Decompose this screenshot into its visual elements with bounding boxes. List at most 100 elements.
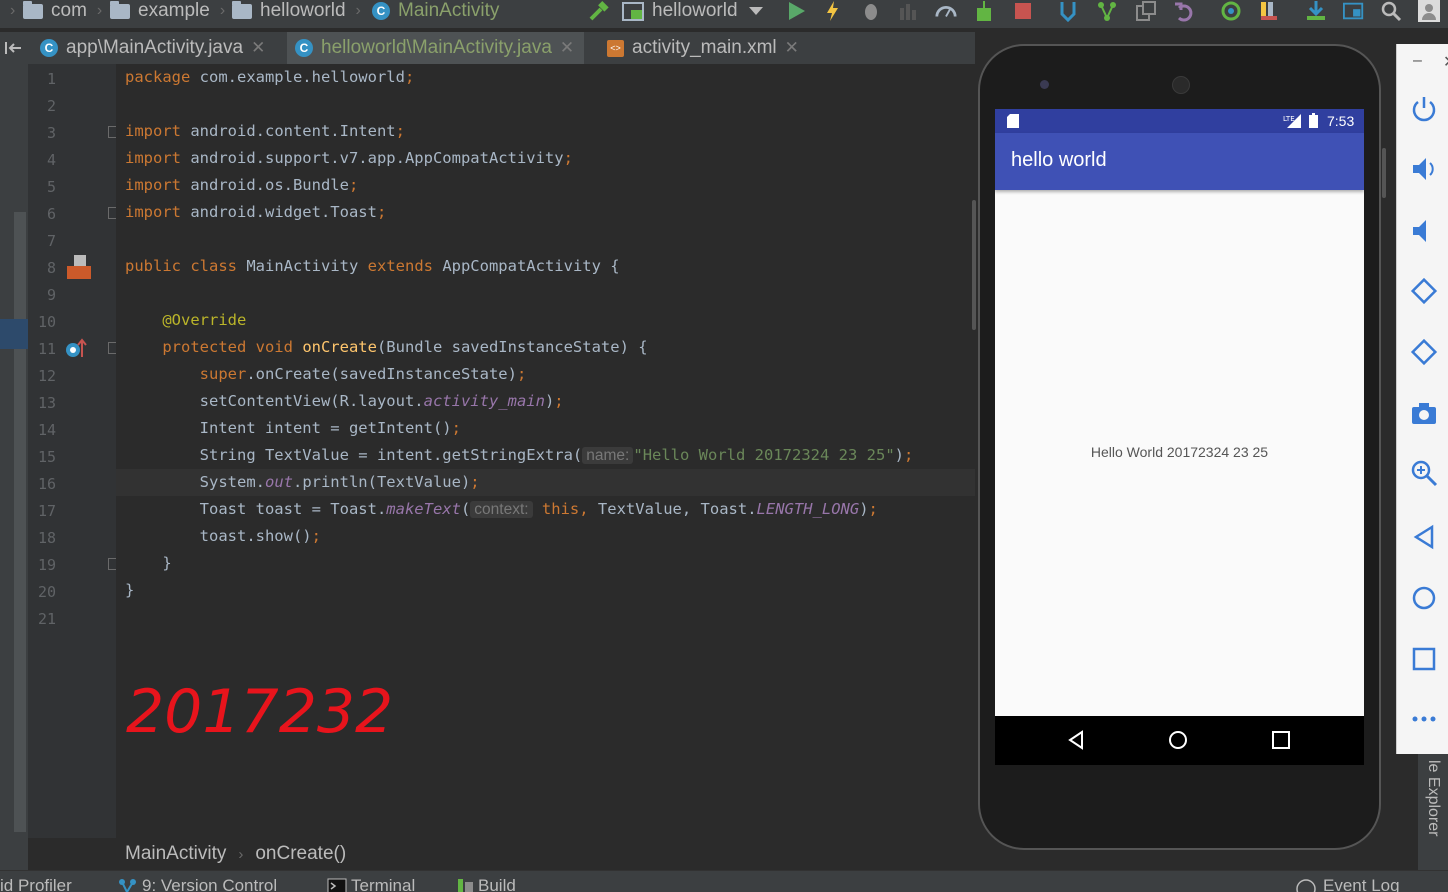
code-token: ; <box>404 68 415 86</box>
back-icon[interactable] <box>1409 522 1439 552</box>
profiler-tool-button[interactable]: id Profiler <box>0 876 72 892</box>
code-line[interactable]: protected void onCreate(Bundle savedInst… <box>125 334 647 361</box>
event-log-tool-button[interactable]: Event Log <box>1295 876 1400 892</box>
code-line[interactable]: package com.example.helloworld; <box>125 64 414 91</box>
code-line[interactable]: import android.os.Bundle; <box>125 172 358 199</box>
run-config-dropdown[interactable]: helloworld <box>622 0 764 22</box>
code-line[interactable]: @Override <box>125 307 246 334</box>
breadcrumb-class[interactable]: MainActivity <box>125 843 226 865</box>
code-token: ; <box>904 446 914 464</box>
user-avatar-icon[interactable] <box>1418 0 1440 22</box>
code-token: com.example.helloworld <box>199 68 405 86</box>
power-icon[interactable] <box>1409 94 1439 124</box>
debug-icon[interactable] <box>860 0 882 22</box>
tab-activity-main-xml[interactable]: <> activity_main.xml ✕ <box>601 32 807 64</box>
code-token: setContentView(R.layout. <box>125 392 424 410</box>
code-token: ; <box>451 419 461 437</box>
attach-debugger-icon[interactable] <box>897 0 919 22</box>
sync-gradle-icon[interactable] <box>1220 0 1242 22</box>
search-icon[interactable] <box>1380 0 1402 22</box>
rotate-right-icon[interactable] <box>1409 337 1439 367</box>
project-structure-icon[interactable] <box>1258 0 1280 22</box>
code-token: LENGTH_LONG <box>756 500 860 518</box>
code-line[interactable]: import android.widget.Toast; <box>125 199 386 226</box>
nav-crumb-com[interactable]: com › <box>23 0 102 22</box>
code-line[interactable]: } <box>125 550 171 577</box>
svg-text:LTE: LTE <box>1283 115 1295 123</box>
overview-icon[interactable] <box>1409 644 1439 674</box>
nav-crumb-example[interactable]: example › <box>110 0 225 22</box>
android-status-bar: LTE 7:53 <box>995 109 1364 133</box>
code-line[interactable]: public class MainActivity extends AppCom… <box>125 253 620 280</box>
avd-manager-icon[interactable] <box>1343 0 1365 22</box>
line-number: 14 <box>37 421 56 439</box>
line-number: 8 <box>46 259 56 277</box>
vcs-revert-icon[interactable] <box>1173 0 1195 22</box>
attach-process-icon[interactable] <box>973 0 995 22</box>
profile-icon[interactable] <box>935 0 957 22</box>
code-token: "Hello World 20172324 23 25" <box>633 446 895 464</box>
sdk-manager-icon[interactable] <box>1305 0 1327 22</box>
nav-crumb-helloworld[interactable]: helloworld › <box>232 0 361 22</box>
make-project-icon[interactable] <box>588 0 610 22</box>
bookmark-marker <box>0 319 28 349</box>
code-line[interactable]: System.out.println(TextValue); <box>125 469 480 496</box>
code-line[interactable]: import android.support.v7.app.AppCompatA… <box>125 145 573 172</box>
close-tab-icon[interactable]: ✕ <box>785 38 799 58</box>
camera-icon[interactable] <box>1409 398 1439 428</box>
minimize-icon[interactable]: – <box>1413 52 1422 70</box>
recents-key-icon[interactable] <box>1272 731 1290 749</box>
line-number: 6 <box>46 205 56 223</box>
apply-changes-icon[interactable] <box>822 0 844 22</box>
sd-card-icon <box>1007 114 1019 128</box>
code-line[interactable]: Intent intent = getIntent(); <box>125 415 461 442</box>
build-tool-button[interactable]: Build <box>457 876 516 892</box>
code-token: MainActivity <box>246 257 368 275</box>
layout-gutter-icon[interactable] <box>66 254 92 280</box>
close-tab-icon[interactable]: ✕ <box>251 38 265 58</box>
code-line[interactable]: import android.content.Intent; <box>125 118 405 145</box>
stop-icon[interactable] <box>1012 0 1034 22</box>
home-icon[interactable] <box>1409 583 1439 613</box>
close-icon[interactable]: ✕ <box>1443 52 1448 72</box>
home-key-icon[interactable] <box>1168 730 1188 750</box>
code-line[interactable]: super.onCreate(savedInstanceState); <box>125 361 527 388</box>
override-gutter-icon[interactable] <box>64 337 88 361</box>
code-line[interactable]: Toast toast = Toast.makeText(context: th… <box>125 496 878 523</box>
code-line[interactable]: toast.show(); <box>125 523 321 550</box>
volume-up-icon[interactable] <box>1409 154 1439 184</box>
structure-panel-handle[interactable] <box>14 212 26 832</box>
power-side-button <box>972 200 976 330</box>
zoom-icon[interactable] <box>1409 458 1439 488</box>
code-editor[interactable]: package com.example.helloworld; import an… <box>116 64 975 838</box>
code-line[interactable]: setContentView(R.layout.activity_main); <box>125 388 564 415</box>
hello-textview: Hello World 20172324 23 25 <box>1090 444 1269 460</box>
more-icon[interactable] <box>1409 704 1439 734</box>
nav-crumb-mainactivity[interactable]: C MainActivity <box>372 0 499 22</box>
vcs-commit-icon[interactable] <box>1096 0 1118 22</box>
device-screen[interactable]: LTE 7:53 hello world Hello World 2017232… <box>995 109 1364 765</box>
breadcrumb-method[interactable]: onCreate() <box>255 843 346 865</box>
status-time: 7:53 <box>1327 113 1355 129</box>
collapse-panel-icon[interactable] <box>0 32 28 64</box>
tab-helloworld-mainactivity[interactable]: C helloworld\MainActivity.java ✕ <box>287 32 585 64</box>
rotate-left-icon[interactable] <box>1409 276 1439 306</box>
back-key-icon[interactable] <box>1066 730 1086 750</box>
code-line[interactable]: String TextValue = intent.getStringExtra… <box>125 442 913 469</box>
vcs-update-icon[interactable] <box>1057 0 1079 22</box>
close-tab-icon[interactable]: ✕ <box>560 38 574 58</box>
device-file-explorer-tab[interactable]: le Explorer <box>1424 760 1442 836</box>
version-control-tool-button[interactable]: 9: Version Control <box>118 876 277 892</box>
vcs-history-icon[interactable] <box>1135 0 1157 22</box>
volume-down-icon[interactable] <box>1409 216 1439 246</box>
branch-icon <box>119 879 136 892</box>
tab-app-mainactivity[interactable]: C app\MainActivity.java ✕ <box>36 32 273 64</box>
tool-window-bar: id Profiler 9: Version Control Terminal … <box>0 870 1448 892</box>
app-toolbar: hello world <box>995 133 1364 190</box>
code-line[interactable]: } <box>125 577 134 604</box>
svg-text:20172324: 20172324 <box>126 677 392 747</box>
run-icon[interactable] <box>785 0 807 22</box>
terminal-tool-button[interactable]: Terminal <box>327 876 415 892</box>
code-token: ; <box>554 392 564 410</box>
code-token: extends <box>367 257 443 275</box>
